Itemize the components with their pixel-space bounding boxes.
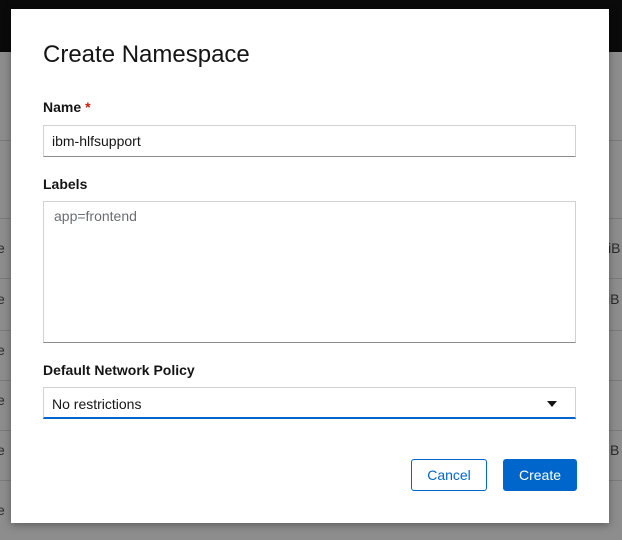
cancel-button[interactable]: Cancel	[411, 459, 487, 491]
network-policy-label: Default Network Policy	[43, 362, 195, 378]
background-text-fragment: B	[610, 442, 620, 458]
create-namespace-modal: Create Namespace Name* Labels Default Ne…	[11, 9, 609, 523]
background-text-fragment: iB	[608, 240, 621, 256]
required-marker: *	[85, 99, 91, 115]
background-text-fragment: e	[0, 342, 5, 358]
background-text-fragment: e	[0, 291, 5, 307]
network-policy-select[interactable]: No restrictions	[43, 387, 576, 419]
create-button[interactable]: Create	[503, 459, 577, 491]
caret-down-icon	[547, 401, 557, 407]
background-text-fragment: e	[0, 442, 5, 458]
name-field-label: Name *	[43, 99, 91, 115]
name-input[interactable]	[43, 125, 576, 157]
labels-field-label: Labels	[43, 176, 88, 192]
name-label-text: Name	[43, 99, 82, 115]
labels-textarea[interactable]	[43, 201, 576, 343]
background-text-fragment: e	[0, 502, 5, 518]
modal-title: Create Namespace	[43, 41, 250, 68]
background-text-fragment: e	[0, 392, 5, 408]
background-text-fragment: e	[0, 240, 5, 256]
network-policy-selected-value: No restrictions	[52, 396, 142, 412]
